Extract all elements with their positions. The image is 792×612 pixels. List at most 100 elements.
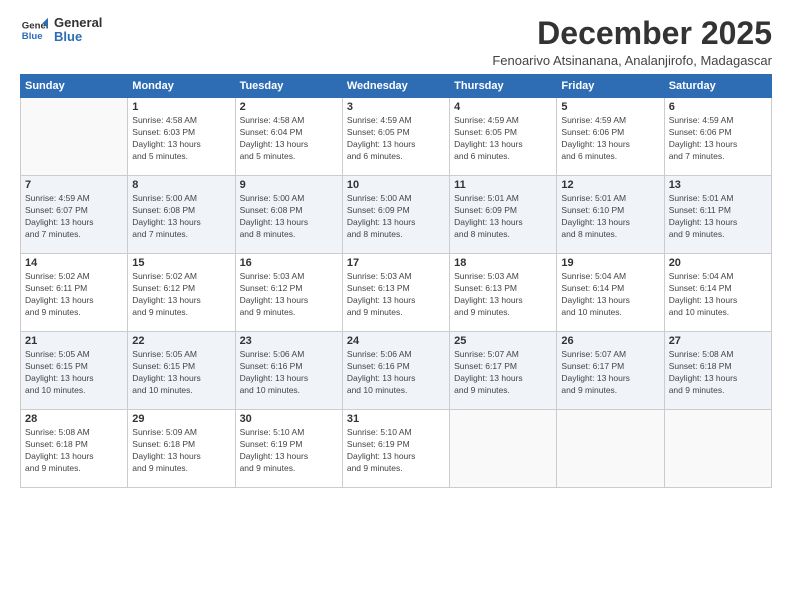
day-info: Sunrise: 5:02 AMSunset: 6:11 PMDaylight:… [25,271,123,319]
day-number: 2 [240,101,338,113]
day-info: Sunrise: 5:00 AMSunset: 6:09 PMDaylight:… [347,193,445,241]
day-info: Sunrise: 4:59 AMSunset: 6:06 PMDaylight:… [669,115,767,163]
calendar-cell: 22Sunrise: 5:05 AMSunset: 6:15 PMDayligh… [128,332,235,410]
day-number: 22 [132,335,230,347]
calendar-cell: 20 Sunrise: 5:04 AMSunset: 6:14 PMDayligh… [664,254,771,332]
day-number: 18 [454,257,552,269]
day-number: 6 [669,101,767,113]
calendar-cell: 23Sunrise: 5:06 AMSunset: 6:16 PMDayligh… [235,332,342,410]
calendar-cell: 4 Sunrise: 4:59 AMSunset: 6:05 PMDaylight… [450,98,557,176]
title-block: December 2025 Fenoarivo Atsinanana, Anal… [492,16,772,68]
col-header-tuesday: Tuesday [235,75,342,98]
day-number: 30 [240,413,338,425]
day-number: 17 [347,257,445,269]
calendar-cell: 9 Sunrise: 5:00 AMSunset: 6:08 PMDaylight… [235,176,342,254]
logo-general: General [54,16,102,30]
logo-icon: General Blue [20,16,48,44]
day-number: 3 [347,101,445,113]
col-header-thursday: Thursday [450,75,557,98]
day-number: 27 [669,335,767,347]
calendar-cell [557,410,664,488]
col-header-saturday: Saturday [664,75,771,98]
calendar-header-row: SundayMondayTuesdayWednesdayThursdayFrid… [21,75,772,98]
day-info: Sunrise: 4:58 AMSunset: 6:04 PMDaylight:… [240,115,338,163]
day-number: 16 [240,257,338,269]
calendar-cell: 3 Sunrise: 4:59 AMSunset: 6:05 PMDaylight… [342,98,449,176]
calendar-cell: 30 Sunrise: 5:10 AMSunset: 6:19 PMDayligh… [235,410,342,488]
day-info: Sunrise: 5:07 AMSunset: 6:17 PMDaylight:… [561,349,659,397]
day-info: Sunrise: 4:59 AMSunset: 6:05 PMDaylight:… [454,115,552,163]
day-info: Sunrise: 5:04 AMSunset: 6:14 PMDaylight:… [669,271,767,319]
day-number: 31 [347,413,445,425]
day-number: 15 [132,257,230,269]
header: General Blue General Blue December 2025 … [20,16,772,68]
calendar-cell: 17 Sunrise: 5:03 AMSunset: 6:13 PMDayligh… [342,254,449,332]
day-info: Sunrise: 5:10 AMSunset: 6:19 PMDaylight:… [347,427,445,475]
calendar-cell: 21Sunrise: 5:05 AMSunset: 6:15 PMDayligh… [21,332,128,410]
calendar-week-row: 7Sunrise: 4:59 AMSunset: 6:07 PMDaylight… [21,176,772,254]
day-info: Sunrise: 5:03 AMSunset: 6:13 PMDaylight:… [347,271,445,319]
calendar-week-row: 1 Sunrise: 4:58 AMSunset: 6:03 PMDaylight… [21,98,772,176]
calendar-page: General Blue General Blue December 2025 … [0,0,792,612]
col-header-wednesday: Wednesday [342,75,449,98]
calendar-cell: 7Sunrise: 4:59 AMSunset: 6:07 PMDaylight… [21,176,128,254]
day-info: Sunrise: 5:10 AMSunset: 6:19 PMDaylight:… [240,427,338,475]
month-title: December 2025 [492,16,772,51]
day-number: 21 [25,335,123,347]
day-info: Sunrise: 5:03 AMSunset: 6:13 PMDaylight:… [454,271,552,319]
day-number: 5 [561,101,659,113]
calendar-cell: 1 Sunrise: 4:58 AMSunset: 6:03 PMDaylight… [128,98,235,176]
day-number: 25 [454,335,552,347]
calendar-cell: 19Sunrise: 5:04 AMSunset: 6:14 PMDayligh… [557,254,664,332]
day-number: 13 [669,179,767,191]
day-number: 4 [454,101,552,113]
calendar-table: SundayMondayTuesdayWednesdayThursdayFrid… [20,74,772,488]
calendar-cell: 28Sunrise: 5:08 AMSunset: 6:18 PMDayligh… [21,410,128,488]
day-info: Sunrise: 4:58 AMSunset: 6:03 PMDaylight:… [132,115,230,163]
day-number: 28 [25,413,123,425]
calendar-cell [21,98,128,176]
calendar-week-row: 28Sunrise: 5:08 AMSunset: 6:18 PMDayligh… [21,410,772,488]
day-info: Sunrise: 5:03 AMSunset: 6:12 PMDaylight:… [240,271,338,319]
day-number: 23 [240,335,338,347]
col-header-monday: Monday [128,75,235,98]
day-info: Sunrise: 5:06 AMSunset: 6:16 PMDaylight:… [347,349,445,397]
calendar-cell: 29Sunrise: 5:09 AMSunset: 6:18 PMDayligh… [128,410,235,488]
day-info: Sunrise: 4:59 AMSunset: 6:05 PMDaylight:… [347,115,445,163]
calendar-cell: 2 Sunrise: 4:58 AMSunset: 6:04 PMDaylight… [235,98,342,176]
day-number: 26 [561,335,659,347]
day-info: Sunrise: 5:08 AMSunset: 6:18 PMDaylight:… [669,349,767,397]
calendar-cell: 12 Sunrise: 5:01 AMSunset: 6:10 PMDayligh… [557,176,664,254]
day-number: 8 [132,179,230,191]
day-number: 11 [454,179,552,191]
day-info: Sunrise: 5:01 AMSunset: 6:09 PMDaylight:… [454,193,552,241]
calendar-cell: 10 Sunrise: 5:00 AMSunset: 6:09 PMDayligh… [342,176,449,254]
day-number: 20 [669,257,767,269]
logo-blue: Blue [54,30,102,44]
day-number: 12 [561,179,659,191]
svg-text:Blue: Blue [22,31,43,42]
calendar-cell: 15Sunrise: 5:02 AMSunset: 6:12 PMDayligh… [128,254,235,332]
col-header-sunday: Sunday [21,75,128,98]
day-info: Sunrise: 4:59 AMSunset: 6:06 PMDaylight:… [561,115,659,163]
calendar-cell: 18 Sunrise: 5:03 AMSunset: 6:13 PMDayligh… [450,254,557,332]
day-info: Sunrise: 5:00 AMSunset: 6:08 PMDaylight:… [240,193,338,241]
day-number: 24 [347,335,445,347]
day-info: Sunrise: 5:00 AMSunset: 6:08 PMDaylight:… [132,193,230,241]
calendar-cell: 26 Sunrise: 5:07 AMSunset: 6:17 PMDayligh… [557,332,664,410]
calendar-cell: 16 Sunrise: 5:03 AMSunset: 6:12 PMDayligh… [235,254,342,332]
day-number: 10 [347,179,445,191]
calendar-cell: 24 Sunrise: 5:06 AMSunset: 6:16 PMDayligh… [342,332,449,410]
calendar-cell: 13Sunrise: 5:01 AMSunset: 6:11 PMDayligh… [664,176,771,254]
day-info: Sunrise: 5:01 AMSunset: 6:10 PMDaylight:… [561,193,659,241]
day-number: 19 [561,257,659,269]
calendar-week-row: 21Sunrise: 5:05 AMSunset: 6:15 PMDayligh… [21,332,772,410]
calendar-cell: 31 Sunrise: 5:10 AMSunset: 6:19 PMDayligh… [342,410,449,488]
calendar-cell: 14Sunrise: 5:02 AMSunset: 6:11 PMDayligh… [21,254,128,332]
col-header-friday: Friday [557,75,664,98]
calendar-cell: 8 Sunrise: 5:00 AMSunset: 6:08 PMDaylight… [128,176,235,254]
day-number: 1 [132,101,230,113]
calendar-cell: 11 Sunrise: 5:01 AMSunset: 6:09 PMDayligh… [450,176,557,254]
day-number: 9 [240,179,338,191]
day-info: Sunrise: 5:09 AMSunset: 6:18 PMDaylight:… [132,427,230,475]
